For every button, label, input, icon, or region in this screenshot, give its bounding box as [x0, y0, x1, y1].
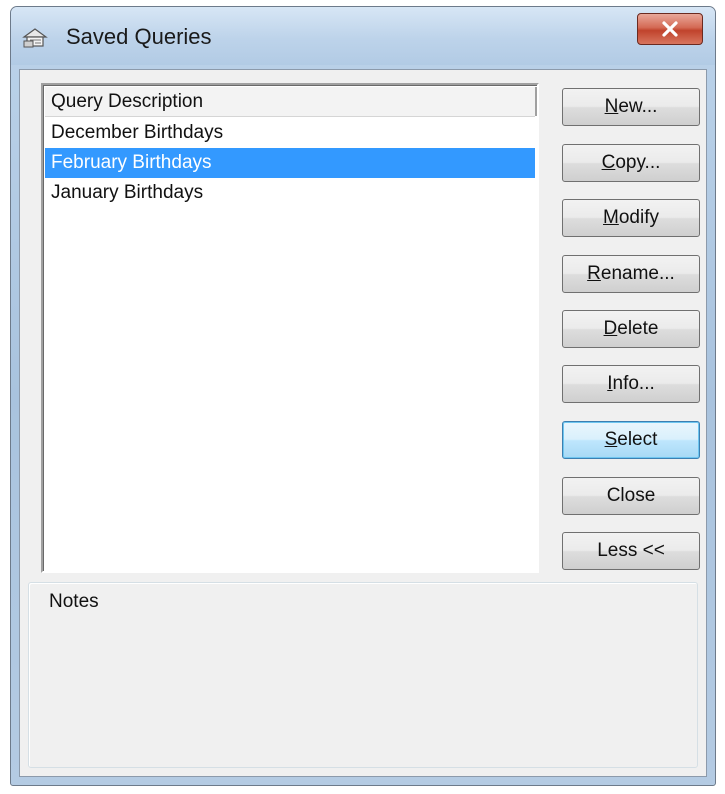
dialog-client-area: Query Description December Birthdays Feb… [19, 69, 707, 777]
rename-button[interactable]: Rename... [562, 255, 700, 293]
info-button[interactable]: Info... [562, 365, 700, 403]
copy-label: opy... [615, 152, 661, 173]
copy-accel: C [601, 152, 616, 173]
window-title: Saved Queries [66, 24, 212, 49]
less-button[interactable]: Less << [562, 532, 700, 570]
notes-label: Notes [45, 591, 103, 613]
select-label: elect [617, 429, 658, 450]
rename-accel: R [587, 263, 601, 284]
title-bar[interactable]: Saved Queries [11, 7, 715, 65]
new-accel: N [604, 96, 619, 117]
new-button[interactable]: New... [562, 88, 700, 126]
saved-queries-dialog: Saved Queries Query Description December… [10, 6, 716, 786]
modify-label: odify [618, 207, 659, 228]
column-header-query-description[interactable]: Query Description [45, 87, 537, 116]
list-header: Query Description [45, 87, 537, 117]
list-item-selected[interactable]: February Birthdays [45, 148, 535, 178]
info-label: nfo... [612, 373, 655, 394]
list-item[interactable]: January Birthdays [45, 178, 535, 208]
saved-queries-icon [22, 28, 48, 48]
notes-group: Notes [28, 582, 698, 768]
select-accel: S [604, 429, 618, 450]
delete-label: elete [617, 318, 659, 339]
close-button[interactable]: Close [562, 477, 700, 515]
new-label: ew... [618, 96, 658, 117]
rename-label: ename... [600, 263, 675, 284]
list-item[interactable]: December Birthdays [45, 118, 535, 148]
copy-button[interactable]: Copy... [562, 144, 700, 182]
delete-accel: D [603, 318, 618, 339]
query-list[interactable]: Query Description December Birthdays Feb… [41, 83, 539, 573]
modify-accel: M [603, 207, 619, 228]
window-close-button[interactable] [637, 13, 703, 45]
close-x-icon [662, 21, 678, 37]
delete-button[interactable]: Delete [562, 310, 700, 348]
modify-button[interactable]: Modify [562, 199, 700, 237]
list-body: December Birthdays February Birthdays Ja… [45, 118, 535, 208]
select-button[interactable]: Select [562, 421, 700, 459]
